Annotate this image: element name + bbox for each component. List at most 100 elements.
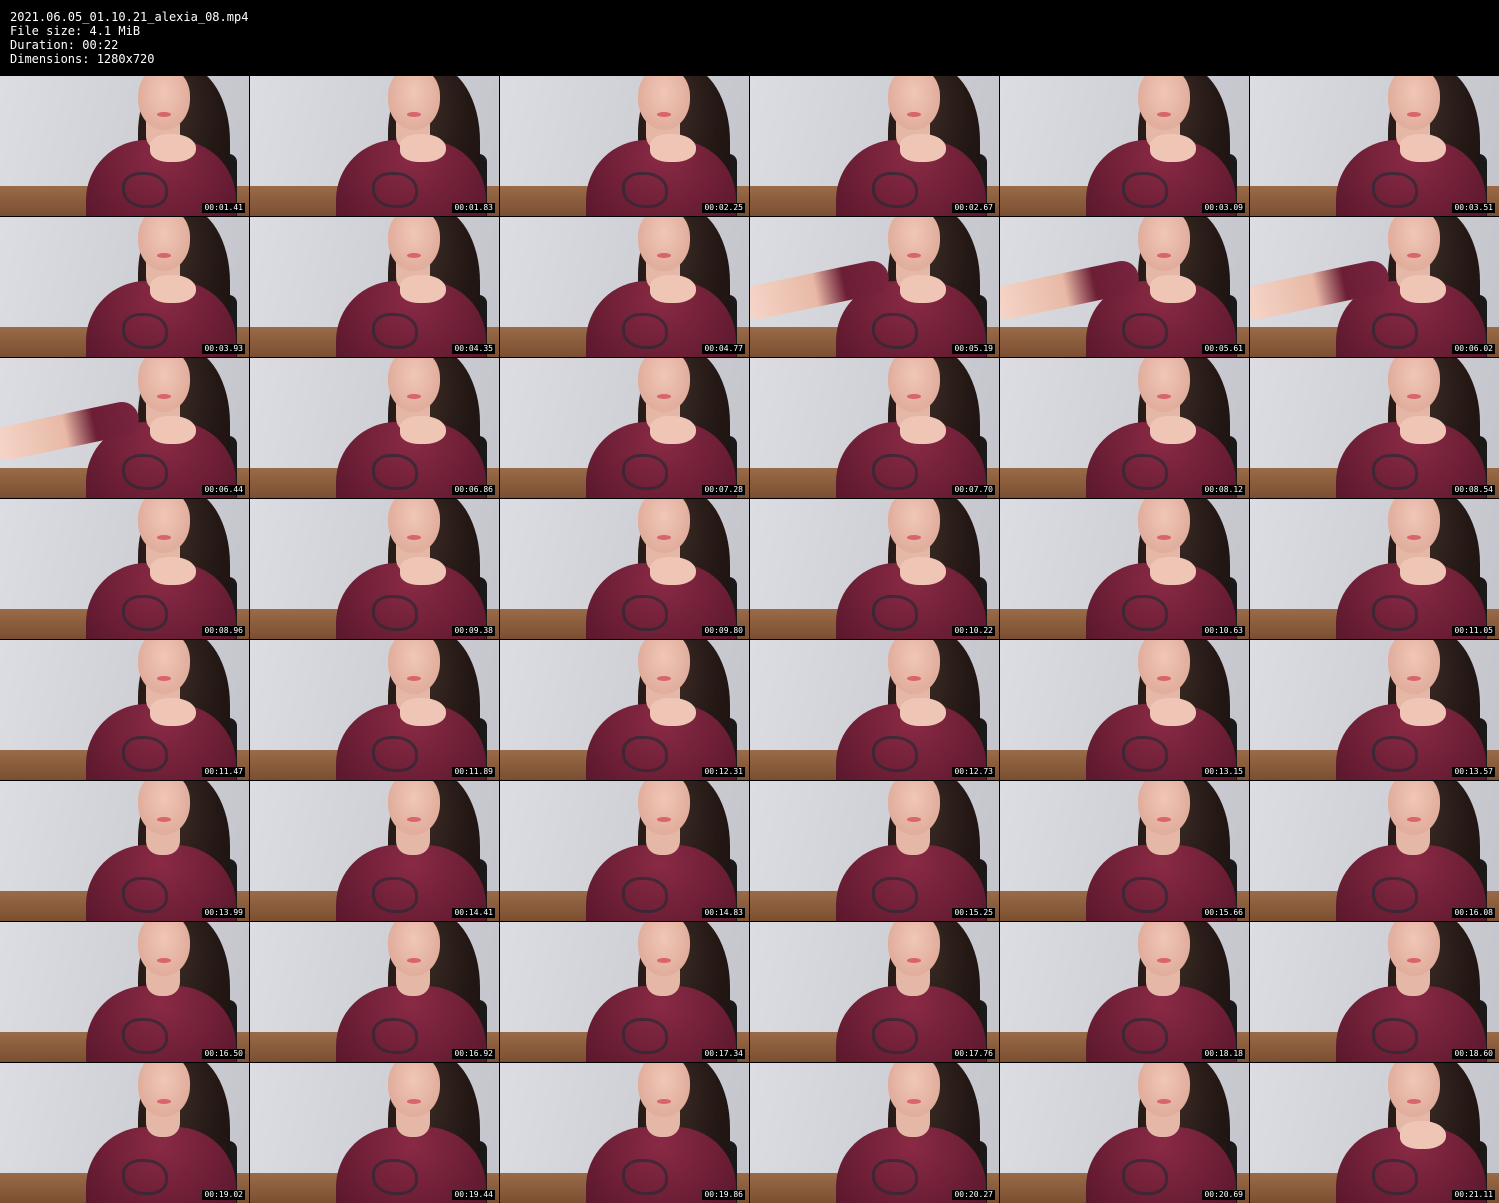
frame-graphic (1122, 172, 1168, 208)
frame-lips (1407, 676, 1421, 681)
frame-hand (650, 557, 696, 585)
thumbnail-frame: 00:17.34 (500, 922, 749, 1062)
frame-graphic (622, 595, 668, 631)
frame-hand (900, 557, 946, 585)
frame-timestamp: 00:04.77 (702, 344, 745, 354)
frame-hand (150, 416, 196, 444)
frame-graphic (872, 1159, 918, 1195)
frame-timestamp: 00:15.25 (952, 908, 995, 918)
frame-lips (407, 817, 421, 822)
thumbnail-frame: 00:15.66 (1000, 781, 1249, 921)
frame-hand (900, 275, 946, 303)
thumbnail-frame: 00:01.41 (0, 76, 249, 216)
frame-timestamp: 00:11.05 (1452, 626, 1495, 636)
frame-hand (650, 134, 696, 162)
frame-timestamp: 00:09.38 (452, 626, 495, 636)
frame-hand (1150, 557, 1196, 585)
thumbnail-frame: 00:13.99 (0, 781, 249, 921)
frame-lips (1407, 958, 1421, 963)
frame-hand (1400, 557, 1446, 585)
frame-hand (150, 134, 196, 162)
frame-graphic (372, 736, 418, 772)
frame-lips (907, 535, 921, 540)
frame-graphic (1122, 736, 1168, 772)
frame-hand (1400, 1121, 1446, 1149)
frame-lips (1157, 394, 1171, 399)
frame-lips (157, 1099, 171, 1104)
thumbnail-frame: 00:02.67 (750, 76, 999, 216)
frame-hand (150, 557, 196, 585)
frame-graphic (1372, 1159, 1418, 1195)
frame-timestamp: 00:13.57 (1452, 767, 1495, 777)
frame-graphic (622, 313, 668, 349)
frame-graphic (622, 172, 668, 208)
frame-graphic (872, 172, 918, 208)
frame-lips (407, 253, 421, 258)
thumbnail-frame: 00:11.89 (250, 640, 499, 780)
thumbnail-frame: 00:07.28 (500, 358, 749, 498)
frame-lips (907, 1099, 921, 1104)
frame-graphic (622, 877, 668, 913)
thumbnail-frame: 00:18.18 (1000, 922, 1249, 1062)
thumbnail-frame: 00:03.93 (0, 217, 249, 357)
frame-timestamp: 00:03.51 (1452, 203, 1495, 213)
thumbnail-frame: 00:08.12 (1000, 358, 1249, 498)
frame-lips (407, 676, 421, 681)
frame-hand (400, 557, 446, 585)
thumbnail-frame: 00:13.15 (1000, 640, 1249, 780)
thumbnail-frame: 00:14.83 (500, 781, 749, 921)
frame-timestamp: 00:19.44 (452, 1190, 495, 1200)
frame-timestamp: 00:06.44 (202, 485, 245, 495)
frame-timestamp: 00:16.92 (452, 1049, 495, 1059)
frame-graphic (872, 313, 918, 349)
thumbnail-frame: 00:05.61 (1000, 217, 1249, 357)
frame-timestamp: 00:16.08 (1452, 908, 1495, 918)
frame-timestamp: 00:17.34 (702, 1049, 745, 1059)
frame-hand (900, 698, 946, 726)
frame-graphic (1122, 1159, 1168, 1195)
frame-lips (1157, 112, 1171, 117)
frame-timestamp: 00:10.22 (952, 626, 995, 636)
file-info-header: 2021.06.05_01.10.21_alexia_08.mp4 File s… (10, 10, 610, 66)
frame-lips (657, 817, 671, 822)
frame-graphic (622, 736, 668, 772)
frame-graphic (622, 454, 668, 490)
frame-timestamp: 00:05.19 (952, 344, 995, 354)
frame-lips (657, 394, 671, 399)
thumbnail-frame: 00:12.73 (750, 640, 999, 780)
frame-graphic (122, 1018, 168, 1054)
thumbnail-frame: 00:20.69 (1000, 1063, 1249, 1203)
frame-hand (1400, 275, 1446, 303)
frame-lips (1407, 394, 1421, 399)
thumbnail-frame: 00:06.86 (250, 358, 499, 498)
frame-lips (157, 958, 171, 963)
frame-timestamp: 00:10.63 (1202, 626, 1245, 636)
frame-graphic (1122, 877, 1168, 913)
frame-timestamp: 00:15.66 (1202, 908, 1245, 918)
frame-lips (657, 1099, 671, 1104)
frame-lips (907, 958, 921, 963)
frame-graphic (122, 595, 168, 631)
thumbnail-frame: 00:10.63 (1000, 499, 1249, 639)
frame-hand (1400, 416, 1446, 444)
frame-lips (157, 112, 171, 117)
frame-timestamp: 00:09.80 (702, 626, 745, 636)
thumbnail-frame: 00:04.35 (250, 217, 499, 357)
frame-lips (907, 253, 921, 258)
frame-timestamp: 00:11.89 (452, 767, 495, 777)
frame-graphic (1372, 454, 1418, 490)
frame-timestamp: 00:13.15 (1202, 767, 1245, 777)
frame-timestamp: 00:01.83 (452, 203, 495, 213)
frame-lips (657, 676, 671, 681)
frame-graphic (1122, 1018, 1168, 1054)
thumbnail-frame: 00:19.86 (500, 1063, 749, 1203)
frame-lips (907, 676, 921, 681)
frame-lips (1407, 253, 1421, 258)
frame-timestamp: 00:14.41 (452, 908, 495, 918)
frame-lips (657, 958, 671, 963)
frame-timestamp: 00:18.18 (1202, 1049, 1245, 1059)
frame-hand (1150, 698, 1196, 726)
file-duration: Duration: 00:22 (10, 38, 119, 52)
thumbnail-frame: 00:13.57 (1250, 640, 1499, 780)
frame-timestamp: 00:05.61 (1202, 344, 1245, 354)
